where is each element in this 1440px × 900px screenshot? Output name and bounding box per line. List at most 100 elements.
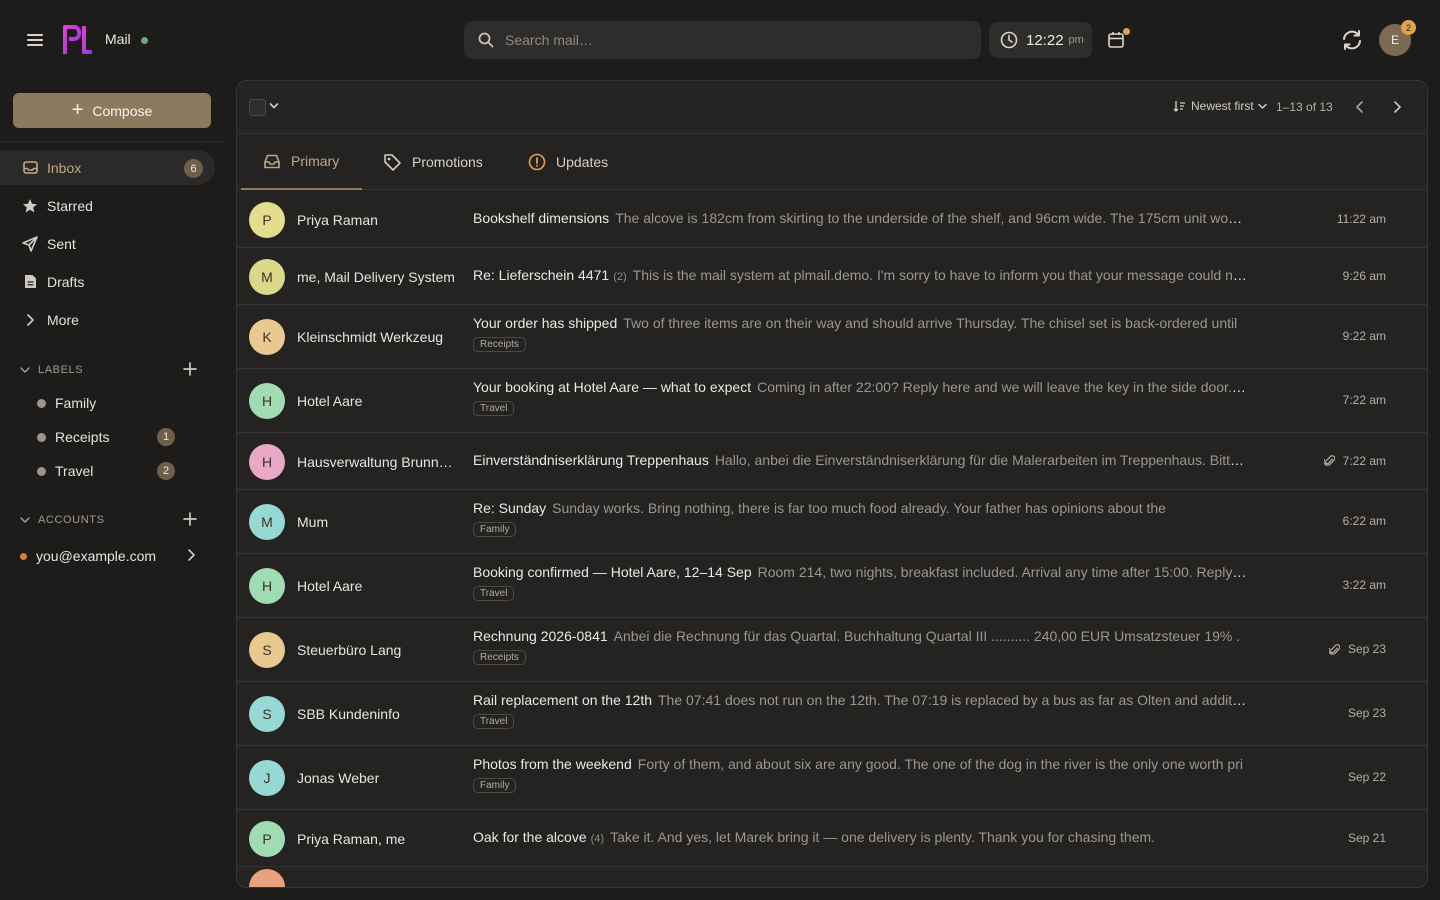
message-list-panel: Newest first 1–13 of 13 Primary Promotio… bbox=[236, 80, 1428, 888]
message-content: Bookshelf dimensions The alcove is 182cm … bbox=[473, 210, 1247, 226]
add-account-button[interactable] bbox=[180, 509, 200, 529]
chevron-down-icon bbox=[20, 516, 30, 524]
message-row[interactable]: H Hotel Aare Your booking at Hotel Aare — … bbox=[237, 369, 1427, 433]
label-chip[interactable]: Travel bbox=[473, 586, 515, 601]
labels-section-toggle[interactable]: LABELS bbox=[20, 360, 83, 380]
message-subject: Your booking at Hotel Aare — what to exp… bbox=[473, 379, 752, 395]
message-row[interactable]: H Hotel Aare Booking confirmed — Hotel Aar… bbox=[237, 554, 1427, 618]
sender-name: Hausverwaltung Brunner GmbH bbox=[297, 453, 459, 470]
label-name: Receipts bbox=[55, 429, 110, 445]
message-line: Rail replacement on the 12th The 07:41 do… bbox=[473, 692, 1247, 708]
labels-heading: LABELS bbox=[38, 364, 84, 376]
message-row[interactable]: S SBB Kundeninfo Rail replacement on the 1… bbox=[237, 682, 1427, 746]
tab-promotions[interactable]: Promotions bbox=[383, 134, 483, 190]
message-line bbox=[473, 877, 1247, 887]
user-avatar[interactable]: E 2 bbox=[1379, 20, 1416, 56]
message-row[interactable]: H Hausverwaltung Brunner GmbH Einverständn… bbox=[237, 433, 1427, 490]
sender-name: Hotel Aare bbox=[297, 578, 363, 594]
message-row[interactable] bbox=[237, 867, 1427, 887]
add-label-button[interactable] bbox=[180, 359, 200, 379]
label-chip[interactable]: Receipts bbox=[473, 650, 526, 665]
tab-label: Promotions bbox=[412, 154, 483, 170]
date-text: 7:22 am bbox=[1342, 453, 1386, 468]
search-input[interactable] bbox=[505, 32, 945, 48]
status-dot bbox=[141, 37, 148, 44]
menu-icon[interactable] bbox=[20, 25, 50, 55]
message-row[interactable]: S Steuerbüro Lang Rechnung 2026-0841 Anbei … bbox=[237, 618, 1427, 682]
accounts-section-toggle[interactable]: ACCOUNTS bbox=[20, 510, 105, 530]
sender-name: Hotel Aare bbox=[297, 393, 363, 409]
message-content bbox=[473, 877, 1247, 887]
message-row[interactable]: P Priya Raman Bookshelf dimensions The alco… bbox=[237, 191, 1427, 248]
message-snippet: Two of three items are on their way and … bbox=[623, 315, 1238, 331]
thread-count: (2) bbox=[613, 270, 627, 283]
message-line: Einverständniserklärung Treppenhaus Hallo… bbox=[473, 452, 1247, 468]
message-subject: Oak for the alcove bbox=[473, 828, 587, 845]
clock-widget[interactable]: 12:22 pm bbox=[989, 22, 1092, 58]
select-all-checkbox[interactable] bbox=[249, 99, 266, 116]
label-chip[interactable]: Travel bbox=[473, 714, 515, 729]
compose-label: Compose bbox=[92, 102, 153, 119]
label-item-family[interactable]: Family bbox=[30, 389, 180, 417]
message-row[interactable]: K Kleinschmidt Werkzeug Your order has shi… bbox=[237, 305, 1427, 369]
sidebar-item-more[interactable]: More bbox=[0, 302, 215, 337]
accounts-heading: ACCOUNTS bbox=[38, 514, 105, 526]
tab-updates[interactable]: Updates bbox=[528, 134, 608, 190]
tab-label: Primary bbox=[291, 153, 340, 169]
sender-name: Priya Raman, me bbox=[297, 830, 406, 847]
message-date: 9:22 am bbox=[1343, 329, 1386, 343]
message-subject: Re: Lieferschein 4471 bbox=[473, 266, 610, 283]
sender-avatar: M bbox=[249, 504, 285, 540]
alert-circle-icon bbox=[528, 153, 546, 171]
tab-primary[interactable]: Primary bbox=[241, 134, 362, 190]
date-text: Sep 21 bbox=[1347, 830, 1386, 845]
label-item-receipts[interactable]: Receipts 1 bbox=[30, 423, 180, 451]
message-row[interactable]: J Jonas Weber Photos from the weekend Forty… bbox=[237, 746, 1427, 810]
sidebar-item-drafts[interactable]: Drafts bbox=[0, 264, 215, 299]
label-chip[interactable]: Receipts bbox=[473, 337, 526, 352]
sender-name: me, Mail Delivery System bbox=[297, 268, 455, 285]
refresh-icon[interactable] bbox=[1340, 28, 1366, 54]
date-text: 7:22 am bbox=[1342, 393, 1386, 407]
sidebar-divider bbox=[0, 141, 224, 142]
message-row[interactable]: M Mum Re: Sunday Sunday works. Bring nothin… bbox=[237, 490, 1427, 554]
chevron-down-icon bbox=[1257, 103, 1267, 110]
previous-page-button[interactable] bbox=[1350, 97, 1370, 117]
message-subject: Booking confirmed — Hotel Aare, 12–14 Se… bbox=[473, 564, 752, 580]
label-item-travel[interactable]: Travel 2 bbox=[30, 457, 180, 485]
account-status-dot bbox=[20, 552, 27, 560]
message-row[interactable]: Mme, Mail Delivery System Re: Lieferschei… bbox=[237, 248, 1427, 305]
message-line: Your order has shipped Two of three items… bbox=[473, 315, 1247, 331]
message-snippet: Take it. And yes, let Marek bring it — o… bbox=[610, 828, 1156, 845]
message-row[interactable]: P Priya Raman, me Oak for the alcove (4) Tak… bbox=[237, 810, 1427, 867]
message-content: Rechnung 2026-0841 Anbei die Rechnung für… bbox=[473, 628, 1247, 665]
label-chip[interactable]: Family bbox=[473, 522, 517, 537]
user-initial: E bbox=[1390, 33, 1399, 47]
next-page-button[interactable] bbox=[1387, 97, 1407, 117]
account-item[interactable]: you@example.com bbox=[20, 543, 200, 569]
compose-button[interactable]: + Compose bbox=[13, 93, 211, 128]
sort-dropdown[interactable]: Newest first bbox=[1173, 99, 1267, 113]
calendar-icon[interactable] bbox=[1106, 28, 1130, 52]
inbox-tray-icon bbox=[263, 154, 281, 169]
sender-avatar: H bbox=[249, 568, 285, 604]
message-line: Your booking at Hotel Aare — what to exp… bbox=[473, 379, 1247, 395]
message-content: Your booking at Hotel Aare — what to exp… bbox=[473, 379, 1247, 416]
sidebar-item-sent[interactable]: Sent bbox=[0, 226, 215, 261]
send-icon bbox=[22, 235, 38, 252]
message-snippet: The 07:41 does not run on the 12th. The … bbox=[658, 692, 1247, 708]
label-chip[interactable]: Travel bbox=[473, 401, 515, 416]
message-snippet: Coming in after 22:00? Reply here and we… bbox=[757, 379, 1247, 395]
message-snippet: Sunday works. Bring nothing, there is fa… bbox=[552, 500, 1166, 516]
sender-name: Steuerbüro Lang bbox=[297, 642, 402, 658]
search-bar[interactable] bbox=[464, 21, 981, 59]
chevron-down-icon[interactable] bbox=[269, 102, 279, 110]
pagination-range: 1–13 of 13 bbox=[1276, 100, 1333, 114]
sidebar-item-starred[interactable]: Starred bbox=[0, 188, 215, 223]
sidebar-item-inbox[interactable]: Inbox 6 bbox=[0, 150, 215, 185]
message-date: Sep 23 bbox=[1348, 706, 1386, 720]
label-chip[interactable]: Family bbox=[473, 778, 517, 793]
sender-avatar bbox=[249, 869, 285, 887]
message-content: Oak for the alcove (4) Take it. And yes, l… bbox=[473, 829, 1247, 845]
sender-avatar: S bbox=[249, 696, 285, 732]
